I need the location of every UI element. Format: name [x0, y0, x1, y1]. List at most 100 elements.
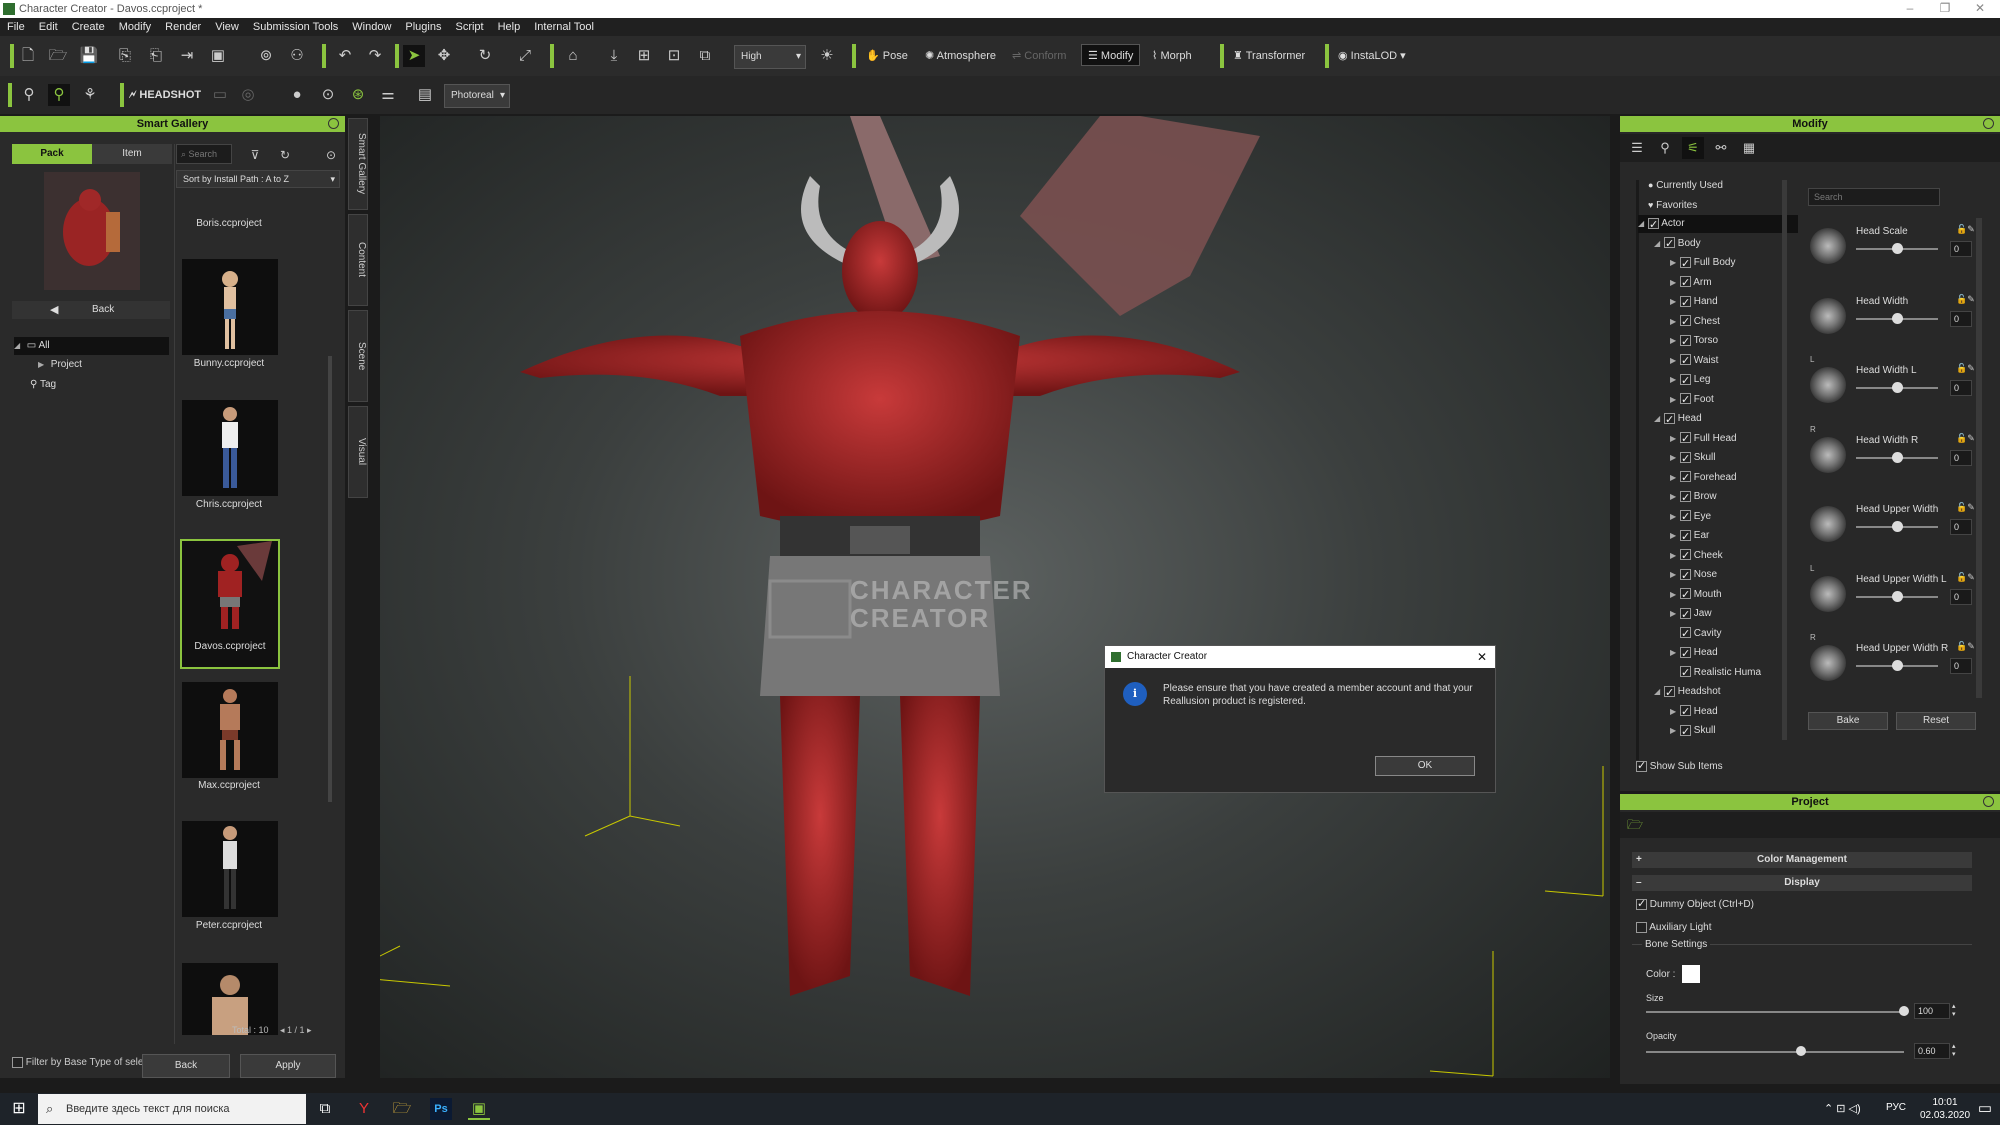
morph-tree-checkbox[interactable]	[1680, 489, 1691, 507]
reset-button[interactable]: Reset	[1896, 712, 1976, 730]
lock-edit-icon[interactable]: 🔓✎	[1956, 294, 1975, 305]
morph-tree-item[interactable]: ▶ Arm	[1670, 274, 1712, 292]
opacity-value[interactable]: 0.60	[1914, 1043, 1950, 1059]
morph-slider-value[interactable]: 0	[1950, 310, 1972, 327]
morph-tree-checkbox[interactable]	[1680, 703, 1691, 721]
import-icon[interactable]: ⎘	[114, 45, 136, 67]
expand-arrow-icon[interactable]: ▶	[1670, 430, 1680, 448]
figure-icon[interactable]: ⚇	[286, 45, 308, 67]
morph-tree-checkbox[interactable]	[1680, 723, 1691, 741]
morph-tree-item[interactable]: ▶ Foot	[1670, 391, 1714, 409]
send-icon[interactable]: ⇥	[176, 45, 198, 67]
morph-tree-item[interactable]: ▶ Brow	[1670, 488, 1717, 507]
morph-tree-checkbox[interactable]	[1664, 684, 1675, 702]
camera-down-icon[interactable]: ⤓	[603, 45, 625, 67]
tab-content[interactable]: Content	[348, 214, 368, 306]
menu-submission-tools[interactable]: Submission Tools	[246, 21, 345, 33]
gallery-page[interactable]: ◂ 1 / 1 ▸	[280, 1025, 312, 1036]
sun-icon[interactable]: ☀	[816, 45, 838, 67]
size-slider-knob[interactable]	[1899, 1006, 1909, 1016]
morph-tree-item[interactable]: ▶ Waist	[1670, 352, 1718, 370]
morph-tree-checkbox[interactable]	[1680, 645, 1691, 663]
expand-arrow-icon[interactable]: ▶	[1670, 605, 1680, 623]
pose-figure-icon[interactable]: ⚲	[1654, 137, 1676, 159]
morph-tree-item[interactable]: ● Currently Used	[1638, 176, 1723, 194]
photoshop-icon[interactable]: Ps	[430, 1098, 452, 1120]
morph-tree-item[interactable]: ▶ Mouth	[1670, 586, 1722, 604]
expand-arrow-icon[interactable]: ▶	[1670, 566, 1680, 584]
morph-tree-item[interactable]: ♥ Favorites	[1638, 196, 1697, 214]
folder-icon[interactable]: 🗁	[1624, 814, 1646, 836]
quality-dropdown[interactable]: High ▾	[734, 45, 806, 69]
system-tray[interactable]: ⌃ ⊡ ◁)	[1824, 1102, 1861, 1115]
morph-tree-checkbox[interactable]	[1680, 625, 1691, 643]
collapse-arrow-icon[interactable]: ◢	[1654, 235, 1664, 253]
motion-icon[interactable]: ⚯	[1710, 137, 1732, 159]
menu-help[interactable]: Help	[491, 21, 528, 33]
gallery-apply-button[interactable]: Apply	[240, 1054, 336, 1078]
package-icon[interactable]: ▣	[207, 45, 229, 67]
clock[interactable]: 10:01 02.03.2020	[1910, 1096, 1980, 1122]
morph-tree-item[interactable]: ▶ Leg	[1670, 371, 1710, 390]
size-slider-track[interactable]	[1646, 1011, 1904, 1013]
morph-tree-checkbox[interactable]	[1680, 352, 1691, 370]
morph-tree-item[interactable]: ▶ Full Head	[1670, 430, 1737, 448]
expand-arrow-icon[interactable]: ▶	[1670, 644, 1680, 662]
gallery-search-input[interactable]: ⌕ Search	[176, 144, 232, 164]
filter-base-type[interactable]: Filter by Base Type of sele	[12, 1057, 143, 1068]
morph-search-input[interactable]: Search	[1808, 188, 1940, 206]
close-button[interactable]: ✕	[1965, 0, 1995, 18]
morph-tree-checkbox[interactable]	[1680, 547, 1691, 565]
morph-slider-knob[interactable]	[1892, 243, 1903, 254]
expand-arrow-icon[interactable]: ▶	[1670, 488, 1680, 506]
lock-edit-icon[interactable]: 🔓✎	[1956, 224, 1975, 235]
view-menu-icon[interactable]: ⧉	[694, 45, 716, 67]
morph-tree-item[interactable]: ▶ Head	[1670, 644, 1718, 663]
morph-slider-value[interactable]: 0	[1950, 449, 1972, 466]
expand-arrow-icon[interactable]: ▶	[1670, 703, 1680, 721]
home-icon[interactable]: ⌂	[562, 45, 584, 67]
pose-button[interactable]: ✋ Pose	[866, 45, 908, 67]
frame-selected-icon[interactable]: ⊡	[663, 45, 685, 67]
morph-tree-item[interactable]: ▶ Skull	[1670, 449, 1715, 468]
menu-modify[interactable]: Modify	[112, 21, 158, 33]
undo-icon[interactable]: ↶	[334, 45, 356, 67]
redo-icon[interactable]: ↷	[364, 45, 386, 67]
windows-start-icon[interactable]: ⊞	[8, 1098, 30, 1120]
expand-arrow-icon[interactable]: ▶	[1670, 371, 1680, 389]
morph-slider-value[interactable]: 0	[1950, 380, 1972, 396]
export-icon[interactable]: ⎗	[145, 45, 167, 67]
morph-tree-checkbox[interactable]	[1680, 430, 1691, 448]
morph-tree-checkbox[interactable]	[1680, 391, 1691, 409]
morph-tree-checkbox[interactable]	[1664, 235, 1675, 253]
lock-edit-icon[interactable]: 🔓✎	[1956, 572, 1975, 583]
headshot-tool2-icon[interactable]: ◎	[237, 84, 259, 106]
transformer-button[interactable]: ♜ Transformer	[1233, 45, 1305, 67]
render-mode-dropdown[interactable]: Photoreal ▾	[444, 84, 510, 108]
morph-tree-item[interactable]: ◢ Headshot	[1654, 683, 1721, 702]
expand-arrow-icon[interactable]: ▶	[1670, 527, 1680, 545]
language-indicator[interactable]: РУС	[1886, 1102, 1906, 1113]
morph-tree-item[interactable]: ◢ Actor	[1638, 215, 1798, 234]
search-asset-icon[interactable]: ⊚	[255, 45, 277, 67]
filter-checkbox[interactable]	[12, 1057, 23, 1068]
morph-tree-checkbox[interactable]	[1680, 372, 1691, 390]
close-icon[interactable]: ✕	[1477, 646, 1487, 668]
morph-tree-checkbox[interactable]	[1680, 274, 1691, 292]
zoom-icon[interactable]: ⊙	[317, 84, 339, 106]
dummy-object-checkbox[interactable]	[1636, 897, 1647, 910]
morph-tree-item[interactable]: ◢ Body	[1654, 235, 1701, 253]
tree-item-project[interactable]: ▶ Project	[38, 356, 82, 374]
morph-slider-knob[interactable]	[1892, 382, 1903, 393]
rotate-icon[interactable]: ↻	[474, 45, 496, 67]
lock-edit-icon[interactable]: 🔓✎	[1956, 502, 1975, 513]
gallery-thumbnail-bunny[interactable]	[182, 259, 278, 355]
show-sub-items-checkbox[interactable]	[1636, 759, 1647, 772]
color-management-section[interactable]: + Color Management	[1632, 852, 1972, 868]
opacity-stepper[interactable]: ▴ ▾	[1952, 1043, 1956, 1059]
panel-close-icon[interactable]	[1983, 796, 1994, 807]
frame-all-icon[interactable]: ⊞	[633, 45, 655, 67]
gallery-thumbnail-max[interactable]	[182, 682, 278, 778]
tree-item-all[interactable]: ◢ ▭ All	[14, 337, 169, 355]
bone-color-swatch[interactable]	[1682, 965, 1700, 983]
